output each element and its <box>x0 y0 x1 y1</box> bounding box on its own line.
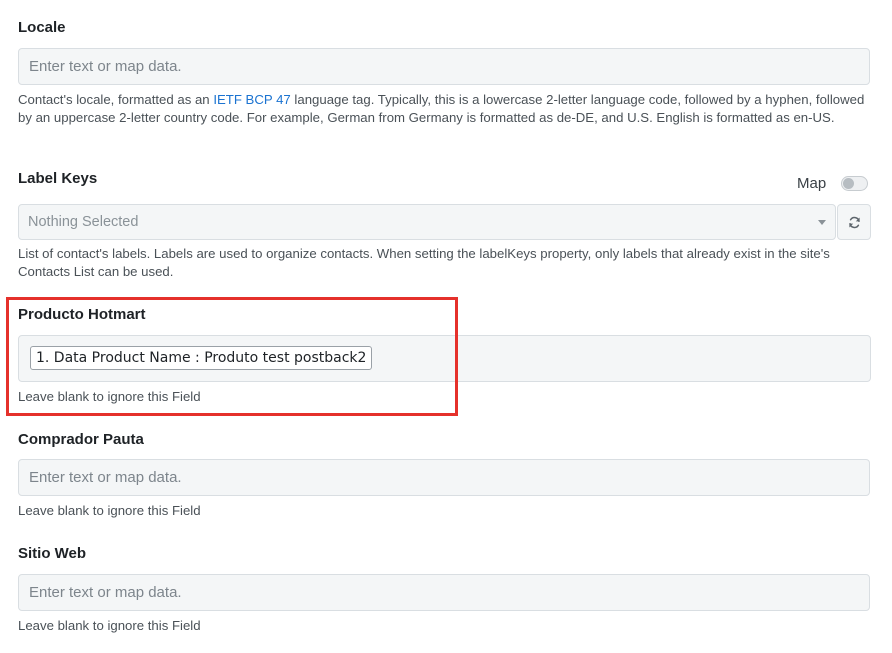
label-keys-select[interactable]: Nothing Selected <box>18 204 836 240</box>
producto-hotmart-help-text: Leave blank to ignore this Field <box>18 389 201 404</box>
chevron-down-icon <box>818 220 826 225</box>
locale-label: Locale <box>18 19 66 36</box>
comprador-pauta-input[interactable] <box>18 459 870 496</box>
label-keys-help-text: List of contact's labels. Labels are use… <box>18 246 830 279</box>
label-keys-label: Label Keys <box>18 170 98 187</box>
producto-hotmart-label: Producto Hotmart <box>18 306 146 323</box>
map-toggle[interactable] <box>841 176 868 191</box>
map-toggle-label: Map <box>797 175 827 192</box>
toggle-knob <box>843 178 854 189</box>
comprador-pauta-help-text: Leave blank to ignore this Field <box>18 503 201 518</box>
refresh-icon <box>849 216 860 229</box>
refresh-button[interactable] <box>837 204 871 240</box>
locale-input[interactable] <box>18 48 870 85</box>
mapped-data-pill[interactable]: 1. Data Product Name : Produto test post… <box>30 346 373 370</box>
sitio-web-help-text: Leave blank to ignore this Field <box>18 618 201 633</box>
ietf-bcp47-link[interactable]: IETF BCP 47 <box>213 92 290 107</box>
label-keys-selected-value: Nothing Selected <box>28 214 139 230</box>
comprador-pauta-label: Comprador Pauta <box>18 431 144 448</box>
locale-help-prefix: Contact's locale, formatted as an <box>18 92 214 107</box>
sitio-web-input[interactable] <box>18 574 870 611</box>
sitio-web-label: Sitio Web <box>18 545 87 562</box>
locale-help-text: Contact's locale, formatted as an IETF B… <box>18 91 878 127</box>
producto-hotmart-input[interactable]: 1. Data Product Name : Produto test post… <box>18 335 871 382</box>
